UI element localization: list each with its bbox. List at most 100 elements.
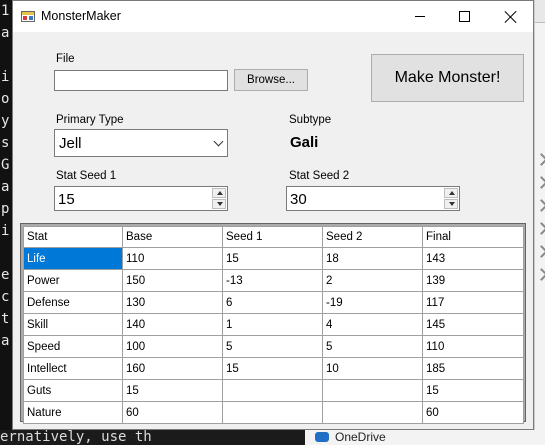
primary-type-label: Primary Type <box>56 114 124 126</box>
stat-seed-2-down-arrow-icon[interactable] <box>444 199 458 209</box>
terminal-line: y <box>1 113 10 129</box>
chevron-icon <box>535 245 545 258</box>
grid-cell[interactable]: 110 <box>422 335 524 358</box>
terminal-line: a <box>1 179 10 195</box>
grid-cell[interactable]: 139 <box>422 269 524 292</box>
grid-cell[interactable]: 15 <box>222 357 323 380</box>
grid-cell[interactable]: 15 <box>222 247 323 270</box>
column-header-final[interactable]: Final <box>422 226 524 248</box>
grid-cell[interactable]: Nature <box>23 401 123 424</box>
browse-button[interactable]: Browse... <box>234 69 308 91</box>
grid-cell[interactable]: 2 <box>322 269 423 292</box>
title-bar[interactable]: MonsterMaker <box>13 1 533 32</box>
terminal-line: 1 <box>1 3 10 19</box>
grid-cell[interactable]: 60 <box>122 401 223 424</box>
terminal-line: a <box>1 333 10 349</box>
grid-cell[interactable]: 150 <box>122 269 223 292</box>
table-row: Nature 60 60 <box>23 401 524 424</box>
subtype-value: Gali <box>290 134 319 151</box>
maximize-icon <box>459 11 470 22</box>
grid-cell[interactable]: Skill <box>23 313 123 336</box>
maximize-button[interactable] <box>442 1 487 32</box>
table-row: Intellect 160 15 10 185 <box>23 357 524 380</box>
stats-grid[interactable]: Stat Base Seed 1 Seed 2 Final Life 110 1… <box>20 223 526 424</box>
grid-cell[interactable]: 140 <box>122 313 223 336</box>
onedrive-item[interactable]: OneDrive <box>305 430 545 445</box>
stat-seed-1-up-arrow-icon[interactable] <box>212 188 226 198</box>
grid-cell[interactable]: 110 <box>122 247 223 270</box>
file-path-input[interactable] <box>54 70 228 91</box>
terminal-line: e <box>1 267 10 283</box>
background-terminal: 1 a i o y s G a p i e c t a <box>0 0 12 445</box>
terminal-line: s <box>1 135 10 151</box>
close-icon <box>505 11 517 23</box>
grid-cell[interactable]: Speed <box>23 335 123 358</box>
stat-seed-1-label: Stat Seed 1 <box>56 170 117 182</box>
grid-cell[interactable]: Life <box>23 247 123 270</box>
minimize-button[interactable] <box>397 1 442 32</box>
grid-cell[interactable] <box>222 379 323 402</box>
grid-cell[interactable]: 5 <box>322 335 423 358</box>
grid-cell[interactable]: Guts <box>23 379 123 402</box>
grid-cell[interactable]: 130 <box>122 291 223 314</box>
close-button[interactable] <box>488 1 533 32</box>
chevron-down-icon <box>213 136 224 147</box>
grid-cell[interactable]: 143 <box>422 247 524 270</box>
grid-cell[interactable] <box>222 401 323 424</box>
grid-cell[interactable]: -19 <box>322 291 423 314</box>
grid-cell[interactable]: 10 <box>322 357 423 380</box>
grid-cell[interactable]: 145 <box>422 313 524 336</box>
grid-cell[interactable]: 100 <box>122 335 223 358</box>
grid-header-row: Stat Base Seed 1 Seed 2 Final <box>23 226 524 248</box>
grid-cell[interactable]: 18 <box>322 247 423 270</box>
table-row: Defense 130 6 -19 117 <box>23 291 524 314</box>
primary-type-dropdown[interactable]: Jell <box>54 129 228 157</box>
grid-cell[interactable]: -13 <box>222 269 323 292</box>
table-row: Guts 15 15 <box>23 379 524 402</box>
grid-cell[interactable]: Intellect <box>23 357 123 380</box>
column-header-seed-1[interactable]: Seed 1 <box>222 226 323 248</box>
make-monster-button[interactable]: Make Monster! <box>371 54 524 102</box>
chevron-icon <box>535 199 545 212</box>
table-row: Speed 100 5 5 110 <box>23 335 524 358</box>
column-header-stat[interactable]: Stat <box>23 226 123 248</box>
onedrive-icon <box>315 432 329 442</box>
terminal-text: ernatively, use th <box>0 430 152 445</box>
grid-cell[interactable]: Power <box>23 269 123 292</box>
terminal-line: c <box>1 289 10 305</box>
column-header-base[interactable]: Base <box>122 226 223 248</box>
subtype-label: Subtype <box>289 114 332 126</box>
grid-cell[interactable]: 185 <box>422 357 524 380</box>
stat-seed-1-stepper[interactable]: 15 <box>54 186 228 211</box>
stat-seed-2-up-arrow-icon[interactable] <box>444 188 458 198</box>
monstermaker-window: MonsterMaker File Browse... Make Monster… <box>12 0 534 430</box>
chevron-icon <box>535 222 545 235</box>
app-icon <box>21 11 35 22</box>
stat-seed-2-label: Stat Seed 2 <box>289 170 350 182</box>
stat-seed-2-stepper[interactable]: 30 <box>286 186 460 211</box>
minimize-icon <box>414 16 425 17</box>
table-row: Life 110 15 18 143 <box>23 247 524 270</box>
chevron-icon <box>535 268 545 281</box>
grid-cell[interactable]: 4 <box>322 313 423 336</box>
column-header-seed-2[interactable]: Seed 2 <box>322 226 423 248</box>
grid-cell[interactable]: 1 <box>222 313 323 336</box>
stat-seed-1-down-arrow-icon[interactable] <box>212 199 226 209</box>
grid-cell[interactable]: 117 <box>422 291 524 314</box>
grid-cell[interactable] <box>322 401 423 424</box>
grid-cell[interactable] <box>322 379 423 402</box>
terminal-line: o <box>1 91 10 107</box>
terminal-line: G <box>1 157 10 173</box>
terminal-line: i <box>1 223 10 239</box>
terminal-line: t <box>1 311 10 327</box>
grid-cell[interactable]: 15 <box>422 379 524 402</box>
grid-cell[interactable]: 60 <box>422 401 524 424</box>
grid-cell[interactable]: Defense <box>23 291 123 314</box>
grid-cell[interactable]: 5 <box>222 335 323 358</box>
grid-cell[interactable]: 6 <box>222 291 323 314</box>
grid-cell[interactable]: 15 <box>122 379 223 402</box>
table-row: Skill 140 1 4 145 <box>23 313 524 336</box>
grid-cell[interactable]: 160 <box>122 357 223 380</box>
